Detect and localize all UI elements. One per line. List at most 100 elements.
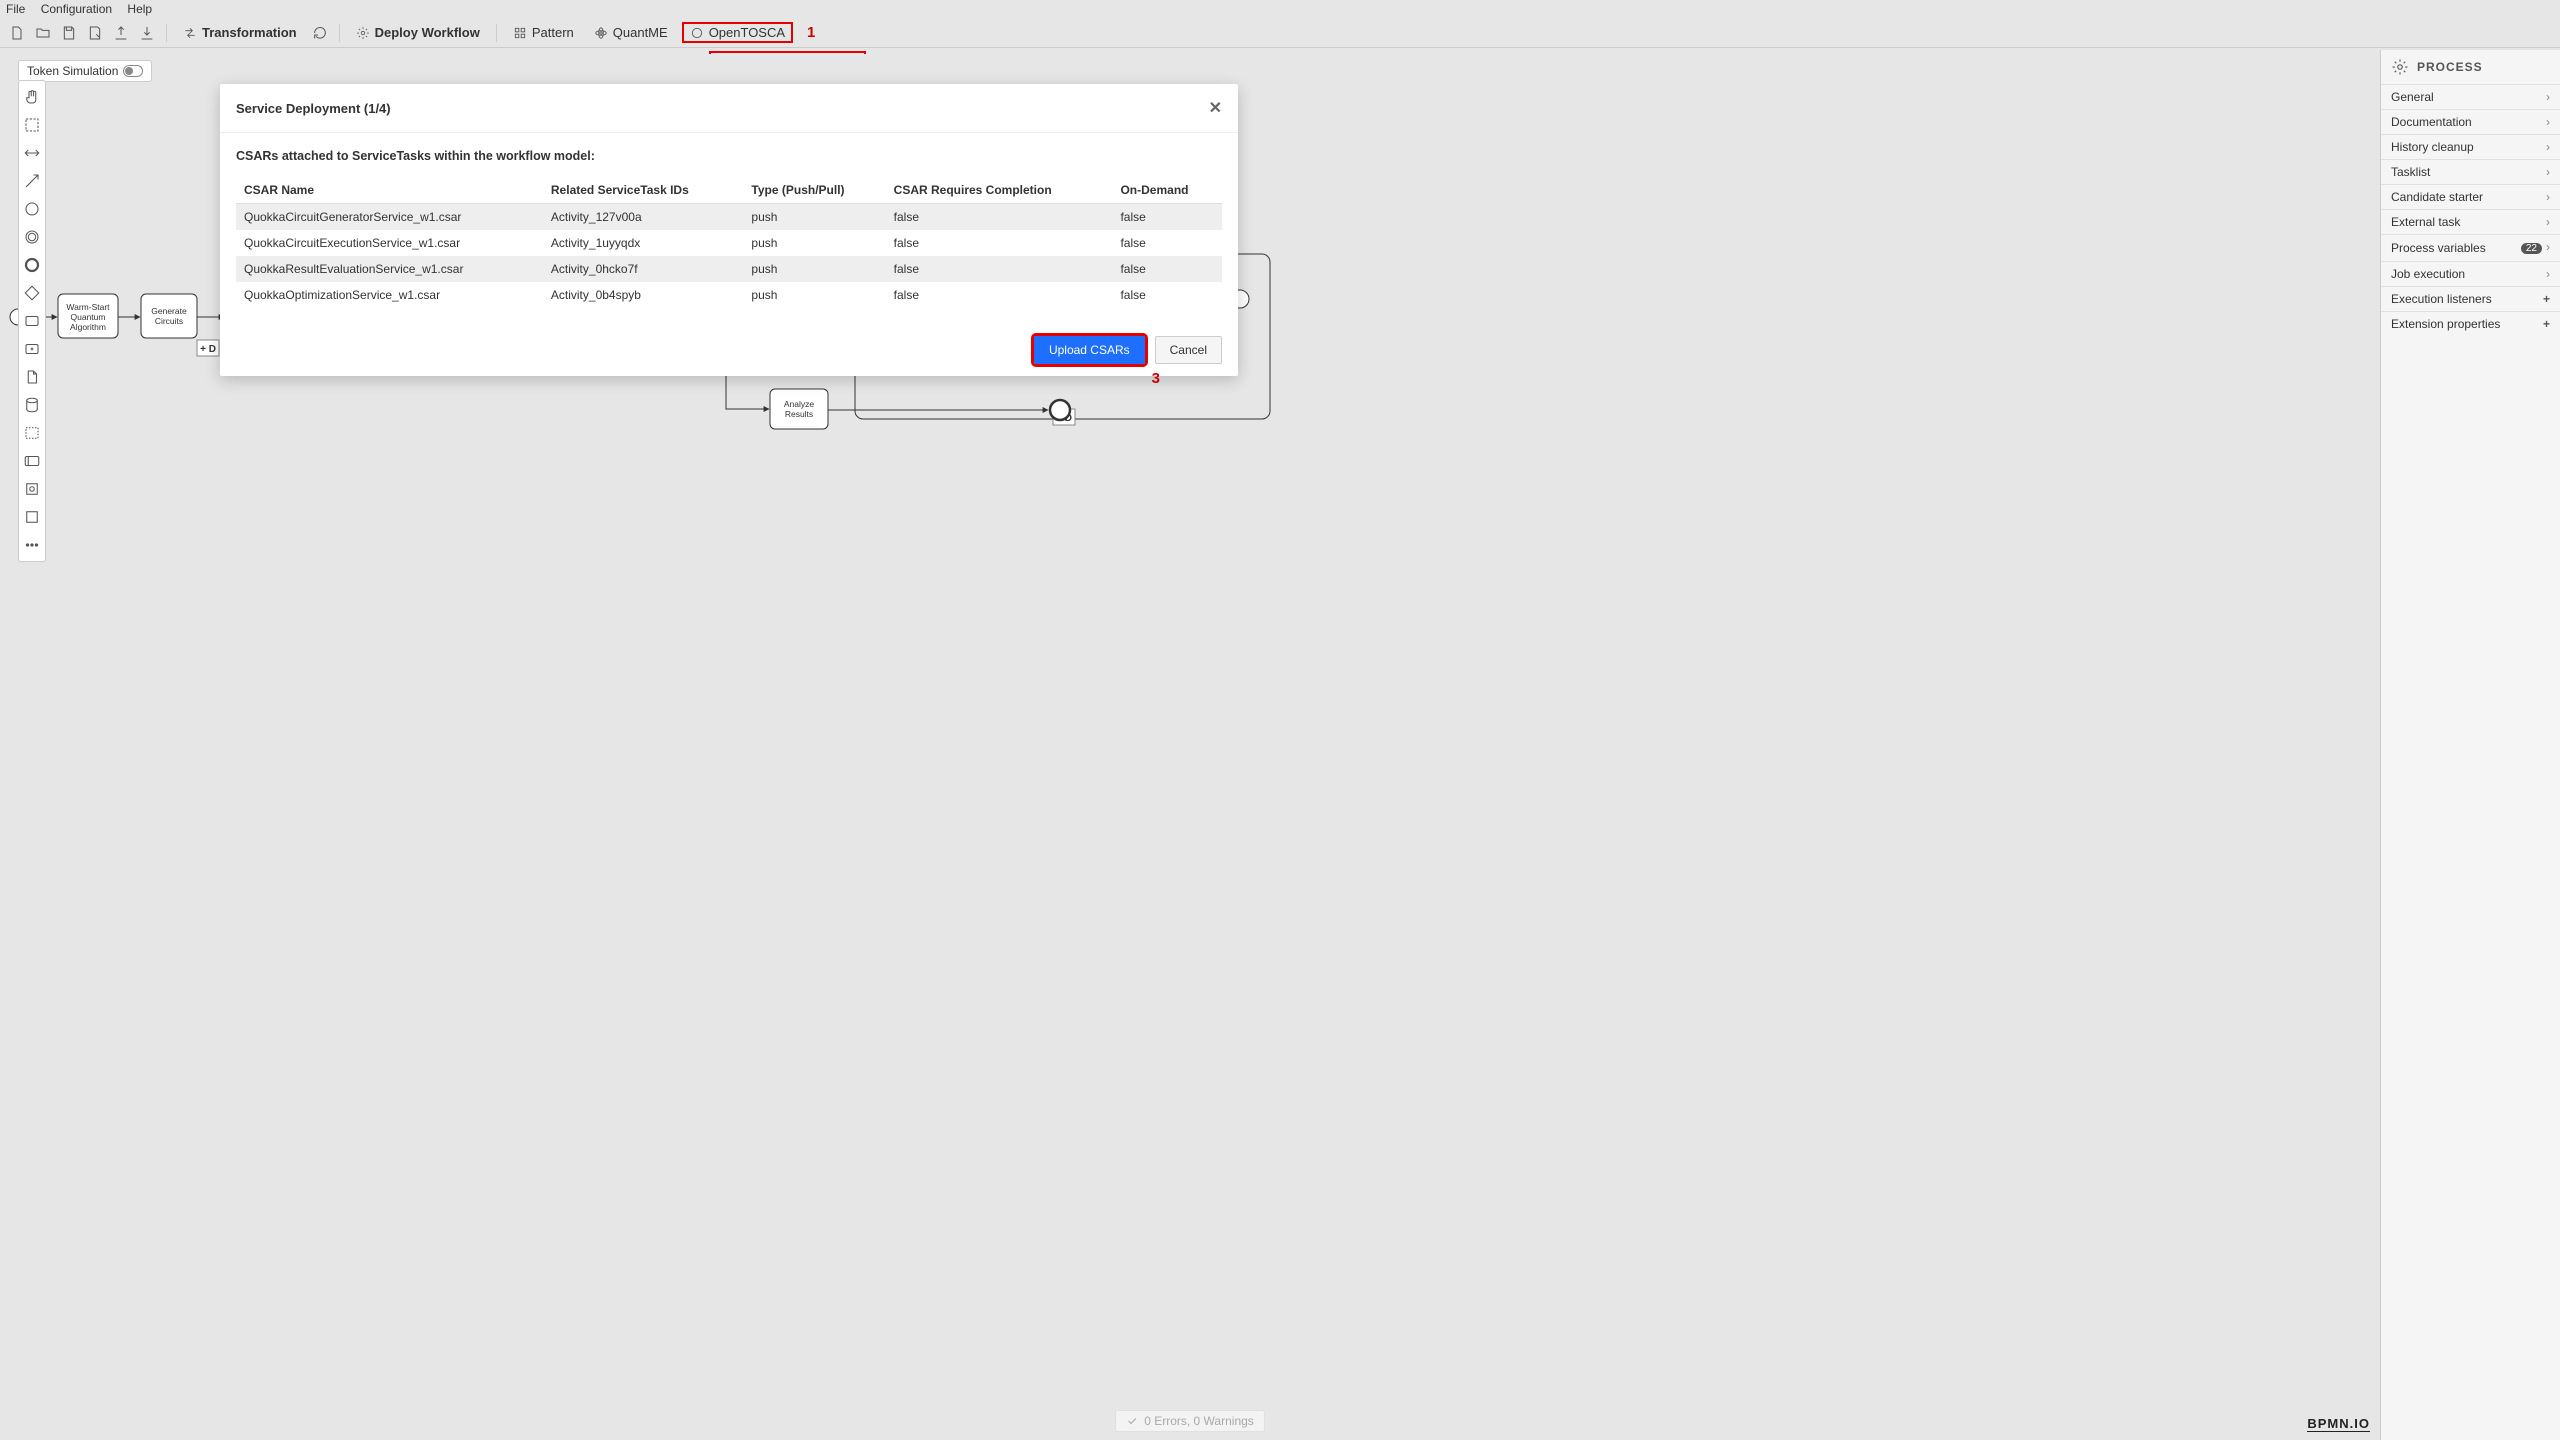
menu-file[interactable]: File (6, 2, 25, 16)
quantme-label: QuantME (613, 25, 668, 40)
prop-row-documentation[interactable]: Documentation› (2381, 109, 2560, 134)
caret-icon: › (2546, 215, 2550, 229)
prop-label: Job execution (2391, 267, 2465, 281)
prop-row-process-variables[interactable]: Process variables 22› (2381, 234, 2560, 261)
validation-status[interactable]: 0 Errors, 0 Warnings (1115, 1410, 1265, 1432)
modal-title: Service Deployment (1/4) (236, 101, 391, 116)
table-cell: false (886, 230, 1113, 256)
table-cell: false (886, 204, 1113, 231)
cancel-button[interactable]: Cancel (1155, 336, 1222, 364)
upload-icon[interactable] (112, 24, 130, 42)
svg-text:Results: Results (785, 409, 813, 419)
table-row: QuokkaOptimizationService_w1.csarActivit… (236, 282, 1222, 308)
expanded-subprocess-icon[interactable] (22, 339, 42, 359)
custom-icon-2[interactable] (22, 507, 42, 527)
prop-row-tasklist[interactable]: Tasklist › (2381, 159, 2560, 184)
data-store-icon[interactable] (22, 395, 42, 415)
table-cell: push (743, 282, 885, 308)
participant-icon[interactable] (22, 451, 42, 471)
plus-icon: + (2543, 317, 2550, 331)
table-cell: QuokkaResultEvaluationService_w1.csar (236, 256, 543, 282)
prop-label: External task (2391, 215, 2460, 229)
opentosca-button[interactable]: OpenTOSCA (682, 22, 793, 43)
task-icon[interactable] (22, 311, 42, 331)
modal-close-button[interactable]: ✕ (1209, 98, 1222, 118)
plus-icon: + (2543, 292, 2550, 306)
table-cell: QuokkaCircuitExecutionService_w1.csar (236, 230, 543, 256)
prop-row-external-task[interactable]: External task › (2381, 209, 2560, 234)
prop-row-execution-listeners[interactable]: Execution listeners+ (2381, 286, 2560, 311)
table-cell: false (1112, 256, 1222, 282)
custom-icon-1[interactable] (22, 479, 42, 499)
prop-label: Tasklist (2391, 165, 2430, 179)
table-row: QuokkaCircuitGeneratorService_w1.csarAct… (236, 204, 1222, 231)
caret-icon: › (2546, 267, 2550, 281)
upload-csars-button[interactable]: Upload CSARs (1034, 336, 1145, 364)
service-deployment-modal: Service Deployment (1/4) ✕ CSARs attache… (220, 84, 1238, 376)
open-folder-icon[interactable] (34, 24, 52, 42)
prop-row-history-cleanup[interactable]: History cleanup› (2381, 134, 2560, 159)
transformation-button[interactable]: Transformation (177, 23, 303, 42)
menu-configuration[interactable]: Configuration (41, 2, 112, 16)
svg-text:Algorithm: Algorithm (70, 322, 106, 332)
table-cell: Activity_0hcko7f (543, 256, 744, 282)
quantme-button[interactable]: QuantME (588, 23, 674, 42)
status-bar: 0 Errors, 0 Warnings (0, 1410, 2380, 1432)
table-header: Related ServiceTask IDs (543, 177, 744, 204)
prop-row-general[interactable]: General› (2381, 84, 2560, 109)
svg-text:Analyze: Analyze (784, 399, 815, 409)
table-cell: Activity_0b4spyb (543, 282, 744, 308)
token-simulation-label: Token Simulation (27, 64, 118, 78)
table-cell: false (1112, 230, 1222, 256)
prop-row-candidate-starter[interactable]: Candidate starter› (2381, 184, 2560, 209)
prop-label: History cleanup (2391, 140, 2474, 154)
svg-text:Generate: Generate (151, 306, 187, 316)
hand-tool-icon[interactable] (22, 87, 42, 107)
prop-label: Process variables (2391, 241, 2486, 255)
global-connect-icon[interactable] (22, 171, 42, 191)
badge-caret-icon: 22› (2521, 240, 2550, 256)
new-file-icon[interactable] (8, 24, 26, 42)
deploy-workflow-button[interactable]: Deploy Workflow (350, 23, 486, 42)
bpmnio-logo[interactable]: BPMN.IO (2307, 1416, 2370, 1432)
space-tool-icon[interactable] (22, 143, 42, 163)
gear-icon (2391, 58, 2409, 76)
caret-icon: › (2546, 190, 2550, 204)
menubar: File Configuration Help (0, 0, 2560, 18)
menu-help[interactable]: Help (127, 2, 152, 16)
save-edit-icon[interactable] (86, 24, 104, 42)
table-cell: Activity_127v00a (543, 204, 744, 231)
table-cell: false (1112, 204, 1222, 231)
table-header: Type (Push/Pull) (743, 177, 885, 204)
refresh-icon[interactable] (311, 24, 329, 42)
download-icon[interactable] (138, 24, 156, 42)
caret-icon: › (2546, 165, 2550, 179)
toggle-switch-icon (123, 65, 143, 77)
svg-text:Warm-Start: Warm-Start (66, 302, 110, 312)
deploy-workflow-label: Deploy Workflow (375, 25, 480, 40)
save-icon[interactable] (60, 24, 78, 42)
pattern-button[interactable]: Pattern (507, 23, 580, 42)
intermediate-event-icon[interactable] (22, 227, 42, 247)
prop-row-job-execution[interactable]: Job execution › (2381, 261, 2560, 286)
start-event-icon[interactable] (22, 199, 42, 219)
annotation-3: 3 (1152, 370, 1160, 387)
caret-icon: › (2546, 115, 2550, 129)
table-cell: false (1112, 282, 1222, 308)
more-tools-icon[interactable] (22, 535, 42, 555)
gateway-icon[interactable] (22, 283, 42, 303)
bpmn-palette (18, 80, 46, 562)
transformation-label: Transformation (202, 25, 297, 40)
svg-text:Circuits: Circuits (155, 316, 183, 326)
data-object-icon[interactable] (22, 367, 42, 387)
table-cell: QuokkaCircuitGeneratorService_w1.csar (236, 204, 543, 231)
lasso-tool-icon[interactable] (22, 115, 42, 135)
prop-row-extension-properties[interactable]: Extension properties+ (2381, 311, 2560, 336)
table-header: CSAR Requires Completion (886, 177, 1113, 204)
group-icon[interactable] (22, 423, 42, 443)
toolbar: Transformation Deploy Workflow Pattern Q… (0, 18, 2560, 48)
table-cell: QuokkaOptimizationService_w1.csar (236, 282, 543, 308)
token-simulation-toggle[interactable]: Token Simulation (18, 60, 152, 82)
end-event-icon[interactable] (22, 255, 42, 275)
modal-note: CSARs attached to ServiceTasks within th… (236, 149, 1222, 163)
